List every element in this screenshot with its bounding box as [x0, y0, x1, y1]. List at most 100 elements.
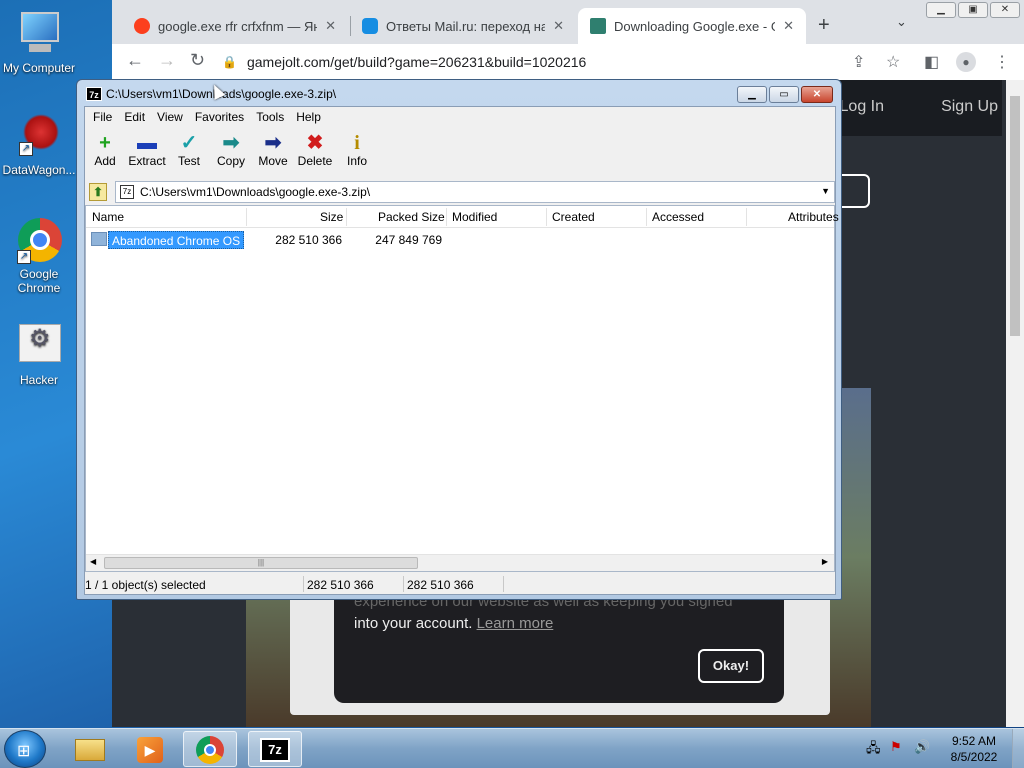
window-controls: ▁ ▣ ✕ [926, 2, 1020, 18]
close-tab-icon[interactable]: ✕ [783, 18, 794, 34]
col-size[interactable]: Size [320, 210, 343, 224]
col-name[interactable]: Name [92, 210, 124, 224]
show-desktop-button[interactable] [1012, 729, 1024, 768]
menu-tools[interactable]: Tools [250, 110, 290, 124]
button-label: Copy [216, 154, 245, 168]
col-modified[interactable]: Modified [452, 210, 497, 224]
close-button[interactable]: ✕ [801, 86, 833, 103]
menu-bar: File Edit View Favorites Tools Help [85, 107, 835, 127]
extract-button[interactable]: ▬ Extract [125, 132, 169, 168]
tab-search-button[interactable]: ⌄ [896, 14, 907, 30]
network-icon[interactable]: 🖧 [866, 739, 881, 761]
scroll-right-icon[interactable]: ▶ [822, 557, 828, 566]
taskbar-explorer[interactable] [64, 731, 118, 767]
add-button[interactable]: + Add [83, 132, 127, 168]
table-row[interactable]: Abandoned Chrome OS 282 510 366 247 849 … [86, 230, 834, 250]
restore-button[interactable]: ▣ [958, 2, 988, 18]
bookmark-star-icon[interactable]: ☆ [886, 52, 900, 72]
7zip-titlebar[interactable]: 7z C:\Users\vm1\Downloads\google.exe-3.z… [77, 80, 841, 108]
row-packed-size: 247 849 769 [375, 233, 442, 247]
extract-icon: ▬ [137, 132, 157, 154]
horizontal-scrollbar[interactable]: ◀ ||| ▶ [86, 554, 834, 571]
close-button[interactable]: ✕ [990, 2, 1020, 18]
desktop-icon-datawagon[interactable]: ↗ DataWagon... [0, 112, 78, 177]
close-tab-icon[interactable]: ✕ [325, 18, 336, 34]
scrollbar-thumb[interactable] [1010, 96, 1020, 336]
button-label: Extract [128, 154, 166, 168]
col-created[interactable]: Created [552, 210, 595, 224]
up-folder-icon[interactable]: ⬆ [89, 183, 107, 201]
chrome-icon: ↗ [15, 216, 63, 264]
tab-yandex[interactable]: google.exe rfr crfxfnm — Яндекс ✕ [122, 8, 348, 44]
row-name[interactable]: Abandoned Chrome OS [108, 231, 245, 249]
column-divider [446, 208, 447, 226]
system-clock[interactable]: 9:52 AM 8/5/2022 [946, 733, 1002, 765]
menu-file[interactable]: File [87, 110, 118, 124]
learn-more-link[interactable]: Learn more [477, 615, 554, 632]
delete-button[interactable]: ✖ Delete [293, 132, 337, 168]
7zip-window: 7z C:\Users\vm1\Downloads\google.exe-3.z… [76, 79, 842, 600]
col-attributes[interactable]: Attributes [788, 210, 839, 224]
7zip-app-icon: 7z [86, 87, 102, 101]
reload-icon[interactable]: ↻ [190, 50, 205, 71]
test-button[interactable]: ✓ Test [167, 132, 211, 168]
cookie-banner: experience on our website as well as kee… [334, 585, 784, 703]
close-tab-icon[interactable]: ✕ [553, 18, 564, 34]
start-button[interactable]: ⊞ [4, 730, 46, 768]
cookie-ok-button[interactable]: Okay! [698, 649, 764, 683]
menu-edit[interactable]: Edit [118, 110, 151, 124]
column-headers: Name Size Packed Size Modified Created A… [86, 206, 839, 228]
login-link[interactable]: Log In [840, 98, 884, 116]
forward-icon[interactable]: → [158, 50, 176, 71]
back-icon[interactable]: ← [126, 50, 144, 71]
page-scrollbar[interactable] [1006, 80, 1024, 727]
move-button[interactable]: ➡ Move [251, 132, 295, 168]
menu-view[interactable]: View [151, 110, 189, 124]
tab-mail-ru[interactable]: Ответы Mail.ru: переход на вэб ✕ [350, 8, 576, 44]
menu-kebab-icon[interactable]: ⋮ [994, 52, 1010, 72]
maximize-button[interactable]: ▭ [769, 86, 799, 103]
status-packed: 282 510 366 [407, 578, 474, 592]
path-combobox[interactable]: 7z C:\Users\vm1\Downloads\google.exe-3.z… [115, 181, 835, 203]
lock-icon: 🔒 [222, 55, 237, 69]
desktop-icon-label: Hacker [19, 373, 58, 387]
taskbar-media-player[interactable]: ▶ [124, 731, 178, 767]
col-packed-size[interactable]: Packed Size [378, 210, 445, 224]
taskbar-7zip[interactable]: 7z [248, 731, 302, 767]
folder-icon [91, 232, 107, 246]
side-panel-icon[interactable]: ◧ [924, 52, 939, 72]
info-icon: i [354, 132, 360, 154]
desktop-icon-my-computer[interactable]: My Computer [0, 10, 78, 75]
action-center-icon[interactable]: ⚑ [890, 739, 902, 755]
volume-icon[interactable]: 🔊 [914, 739, 930, 755]
desktop-icon-label: My Computer [2, 61, 76, 75]
minimize-button[interactable]: ▁ [737, 86, 767, 103]
scrollbar-thumb[interactable]: ||| [104, 557, 418, 569]
status-size: 282 510 366 [307, 578, 374, 592]
minimize-button[interactable]: ▁ [926, 2, 956, 18]
scroll-left-icon[interactable]: ◀ [90, 557, 96, 566]
info-button[interactable]: i Info [335, 132, 379, 168]
profile-avatar-icon[interactable]: ● [956, 52, 976, 72]
copy-button[interactable]: ➡ Copy [209, 132, 253, 168]
dropdown-arrow-icon[interactable]: ▼ [821, 186, 830, 196]
gamejolt-icon [590, 18, 606, 34]
browser-toolbar: ← → ↻ 🔒 gamejolt.com/get/build?game=2062… [112, 44, 1024, 80]
signup-link[interactable]: Sign Up [941, 98, 998, 116]
column-divider [646, 208, 647, 226]
address-bar[interactable]: 🔒 gamejolt.com/get/build?game=206231&bui… [222, 48, 832, 76]
datawagon-icon: ↗ [15, 112, 63, 160]
desktop-icon-hacker[interactable]: ⚙ Hacker [0, 322, 78, 387]
new-tab-button[interactable]: + [818, 14, 830, 37]
taskbar-chrome[interactable] [183, 731, 237, 767]
col-accessed[interactable]: Accessed [652, 210, 704, 224]
tab-gamejolt[interactable]: Downloading Google.exe - Gam ✕ [578, 8, 806, 44]
button-label: Add [94, 154, 116, 168]
share-icon[interactable]: ⇪ [852, 52, 865, 72]
menu-help[interactable]: Help [290, 110, 327, 124]
file-list[interactable]: Name Size Packed Size Modified Created A… [85, 205, 839, 572]
column-divider [546, 208, 547, 226]
mail-ru-icon [362, 18, 378, 34]
menu-favorites[interactable]: Favorites [189, 110, 250, 124]
desktop-icon-google-chrome[interactable]: ↗ Google Chrome [0, 216, 78, 295]
